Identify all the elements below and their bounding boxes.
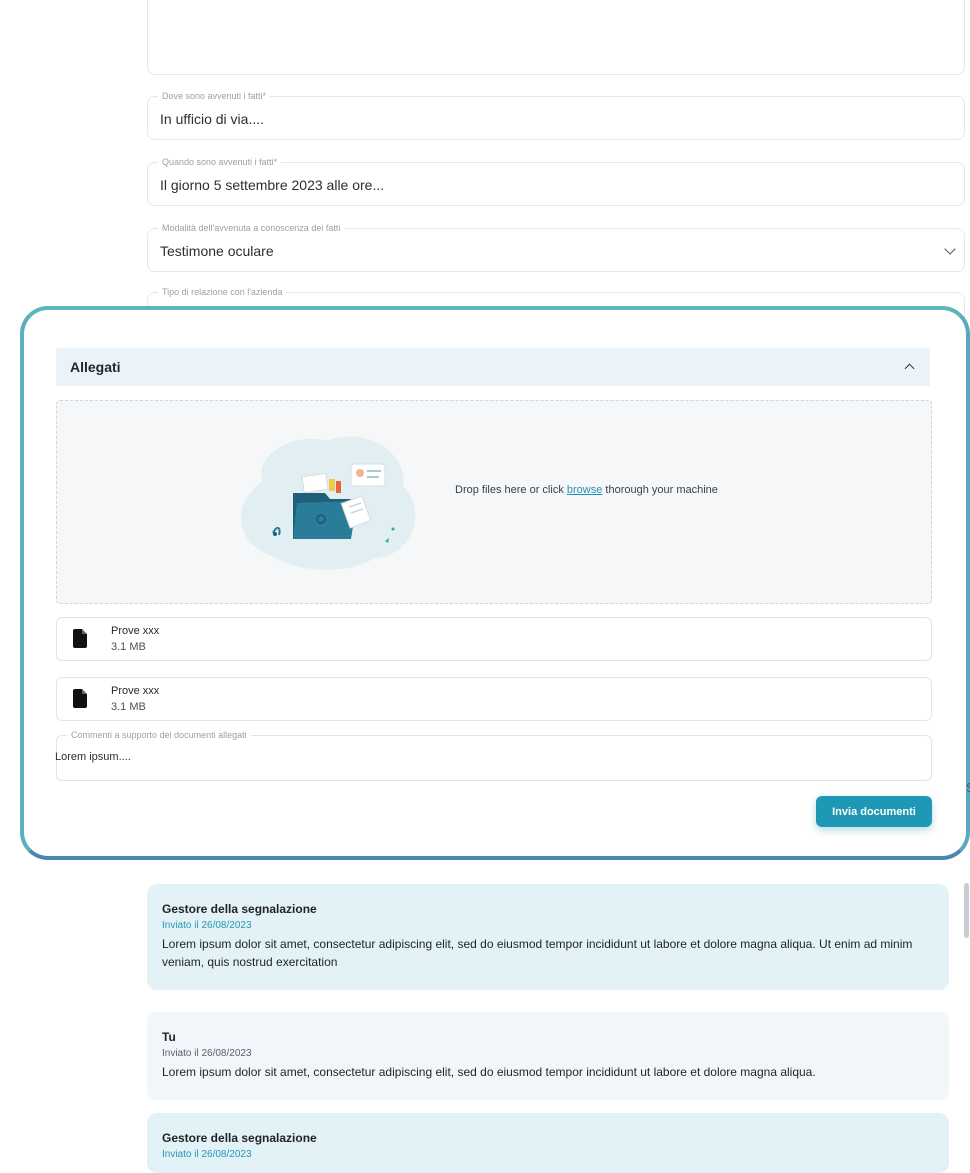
comment-label: Commenti a supporto dei documenti allega…	[67, 729, 251, 741]
date-field[interactable]: Quando sono avvenuti i fatti* Il giorno …	[147, 156, 965, 206]
location-field[interactable]: Dove sono avvenuti i fatti* In ufficio d…	[147, 90, 965, 140]
document-icon	[73, 629, 87, 648]
message-card: Gestore della segnalazione Inviato il 26…	[147, 884, 949, 990]
knowledge-mode-value: Testimone oculare	[160, 243, 274, 259]
folder-illustration	[241, 436, 416, 570]
attached-file-row[interactable]: Prove xxx 3.1 MB	[56, 677, 932, 721]
message-card: Tu Inviato il 26/08/2023 Lorem ipsum dol…	[147, 1012, 949, 1100]
file-dropzone[interactable]: Drop files here or click browse thorough…	[56, 400, 932, 604]
description-textarea[interactable]	[147, 0, 965, 75]
message-author: Gestore della segnalazione	[162, 1131, 317, 1145]
message-date: Inviato il 26/08/2023	[162, 920, 252, 931]
attachments-comment-field[interactable]: Commenti a supporto dei documenti allega…	[55, 729, 932, 781]
chevron-down-icon	[944, 243, 956, 255]
message-date: Inviato il 26/08/2023	[162, 1149, 252, 1160]
dropzone-instructions: Drop files here or click browse thorough…	[455, 484, 718, 496]
file-size: 3.1 MB	[111, 641, 146, 653]
file-name: Prove xxx	[111, 625, 160, 637]
edge-glyph: S	[966, 780, 970, 795]
attachments-accordion-header[interactable]: Allegati	[56, 348, 930, 386]
browse-link[interactable]: browse	[567, 484, 602, 496]
date-value: Il giorno 5 settembre 2023 alle ore...	[160, 177, 385, 193]
dropzone-text-before: Drop files here or click	[455, 484, 567, 496]
message-author: Tu	[162, 1030, 176, 1044]
knowledge-mode-select[interactable]: Modalità dell'avvenuta a conoscenza dei …	[147, 222, 965, 272]
attached-file-row[interactable]: Prove xxx 3.1 MB	[56, 617, 932, 661]
date-label: Quando sono avvenuti i fatti*	[158, 156, 282, 168]
scrollbar-thumb[interactable]	[964, 883, 969, 938]
location-label: Dove sono avvenuti i fatti*	[158, 90, 271, 102]
message-card: Gestore della segnalazione Inviato il 26…	[147, 1113, 949, 1173]
chevron-up-icon[interactable]	[904, 363, 915, 374]
location-value: In ufficio di via....	[160, 111, 265, 127]
knowledge-mode-label: Modalità dell'avvenuta a conoscenza dei …	[158, 222, 345, 234]
dropzone-text-after: thorough your machine	[602, 484, 718, 496]
relationship-type-label: Tipo di relazione con l'azienda	[158, 286, 287, 298]
document-icon	[73, 689, 87, 708]
file-size: 3.1 MB	[111, 701, 146, 713]
file-name: Prove xxx	[111, 685, 160, 697]
message-author: Gestore della segnalazione	[162, 902, 317, 916]
send-documents-button[interactable]: Invia documenti	[816, 796, 932, 827]
message-date: Inviato il 26/08/2023	[162, 1048, 252, 1059]
message-text: Lorem ipsum dolor sit amet, consectetur …	[162, 937, 913, 969]
comment-value: Lorem ipsum....	[55, 751, 131, 763]
message-text: Lorem ipsum dolor sit amet, consectetur …	[162, 1065, 816, 1079]
attachments-title: Allegati	[70, 359, 121, 375]
